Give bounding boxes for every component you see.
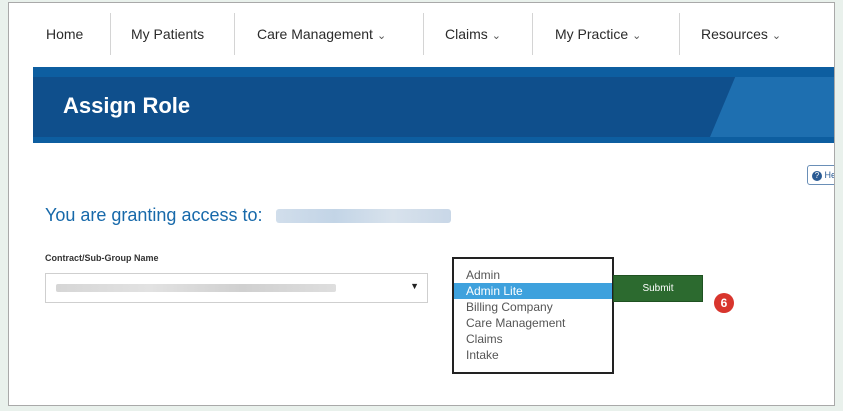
nav-divider [679,13,680,55]
granting-access-text: You are granting access to: [45,205,263,225]
banner-bottom-strip [33,137,834,143]
nav-divider [532,13,533,55]
nav-claims-label: Claims [445,26,488,42]
role-option-care-management[interactable]: Care Management [454,315,612,331]
top-nav: Home My Patients Care Management ⌄ Claims… [9,3,834,65]
nav-home-label: Home [46,26,84,42]
role-option-claims[interactable]: Claims [454,331,612,347]
nav-home[interactable]: Home [46,13,83,55]
nav-my-patients-label: My Patients [131,26,205,42]
redacted-user-name [275,209,451,224]
granting-access-heading: You are granting access to: [45,205,451,226]
help-button-label: He [824,170,835,180]
redacted-contract-value [56,284,336,292]
nav-divider [234,13,235,55]
help-icon: ? [812,170,822,181]
contract-select[interactable]: ▼ [45,273,428,303]
nav-care-management-label: Care Management [257,26,373,42]
step-number-badge: 6 [714,293,734,313]
nav-divider [110,13,111,55]
nav-resources-label: Resources [701,26,768,42]
role-option-intake[interactable]: Intake [454,347,612,363]
role-option-admin[interactable]: Admin [454,267,612,283]
nav-divider [423,13,424,55]
role-option-billing-company[interactable]: Billing Company [454,299,612,315]
page-title: Assign Role [63,93,191,118]
chevron-down-icon: ⌄ [771,30,782,42]
nav-claims[interactable]: Claims ⌄ [445,13,501,55]
chevron-down-icon: ⌄ [491,30,501,42]
banner-top-strip [33,67,834,77]
role-option-admin-lite[interactable]: Admin Lite [454,283,612,299]
nav-my-practice-label: My Practice [555,26,629,42]
nav-my-patients[interactable]: My Patients [131,13,204,55]
contract-label: Contract/Sub-Group Name [45,253,159,263]
chevron-down-icon: ⌄ [376,30,387,42]
submit-button[interactable]: Submit [613,275,703,302]
chevron-down-icon: ⌄ [632,30,642,42]
dropdown-arrow-icon: ▼ [410,281,419,291]
role-listbox[interactable]: Admin Admin Lite Billing Company Care Ma… [452,257,614,374]
nav-resources[interactable]: Resources ⌄ [701,13,781,55]
nav-care-management[interactable]: Care Management ⌄ [257,13,386,55]
help-button[interactable]: ? He [807,165,835,185]
nav-my-practice[interactable]: My Practice ⌄ [555,13,641,55]
page-frame: Home My Patients Care Management ⌄ Claims… [8,2,835,406]
